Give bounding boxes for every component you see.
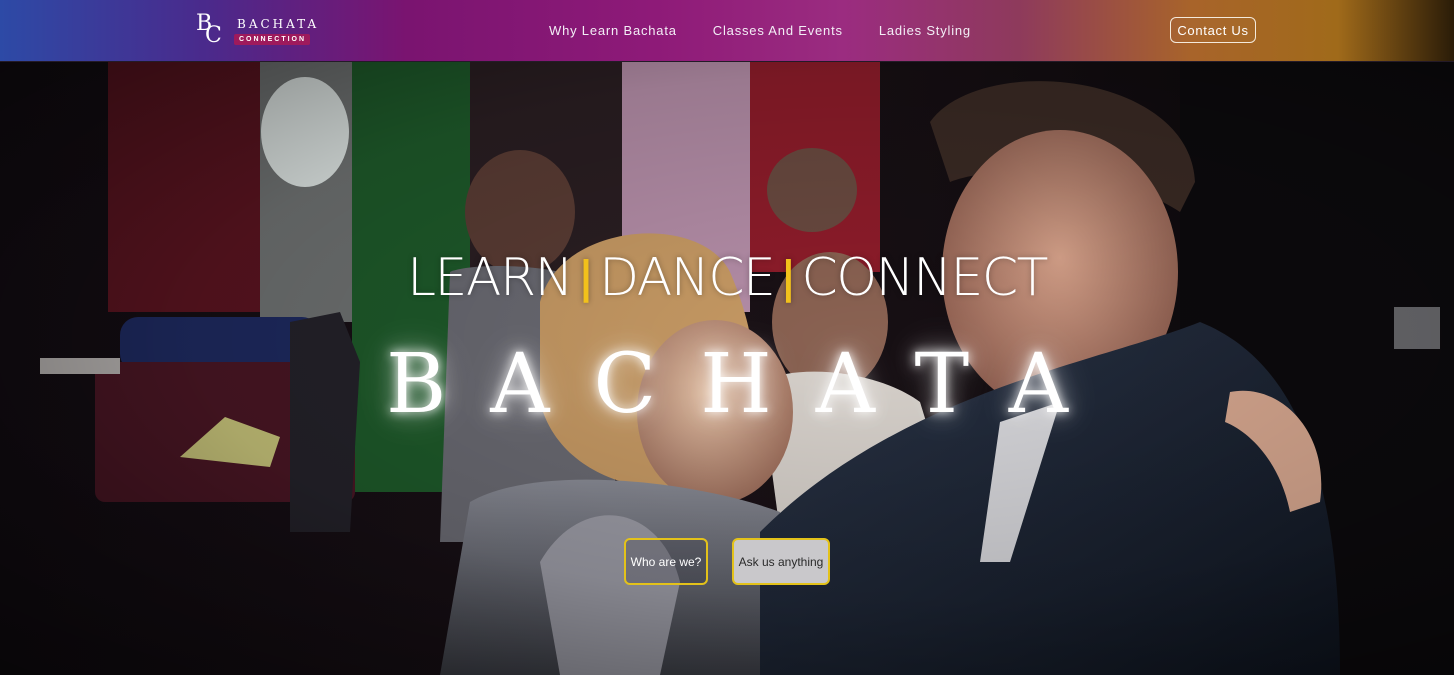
- page: B C BACHATA CONNECTION Why Learn Bachata…: [0, 0, 1454, 675]
- logo-monogram: B C: [196, 13, 224, 48]
- logo-subtitle-badge: CONNECTION: [234, 34, 311, 45]
- nav-link-ladies-styling[interactable]: Ladies Styling: [879, 23, 971, 38]
- contact-us-button[interactable]: Contact Us: [1170, 17, 1256, 43]
- tagline-word-connect: CONNECT: [801, 248, 1048, 308]
- hero-tagline: LEARN | DANCE | CONNECT: [0, 250, 1454, 309]
- logo-title: BACHATA: [237, 17, 320, 31]
- ask-us-anything-button[interactable]: Ask us anything: [732, 538, 830, 585]
- top-navbar: B C BACHATA CONNECTION Why Learn Bachata…: [0, 0, 1454, 62]
- brand-logo[interactable]: B C BACHATA CONNECTION: [196, 13, 319, 48]
- logo-monogram-c: C: [205, 23, 222, 48]
- nav-link-classes-and-events[interactable]: Classes And Events: [713, 23, 843, 38]
- tagline-separator: |: [578, 252, 594, 303]
- main-nav: Why Learn Bachata Classes And Events Lad…: [549, 0, 1007, 61]
- tagline-separator: |: [780, 252, 796, 303]
- nav-link-why-learn-bachata[interactable]: Why Learn Bachata: [549, 23, 677, 38]
- tagline-word-dance: DANCE: [599, 248, 776, 308]
- who-are-we-button[interactable]: Who are we?: [624, 538, 708, 585]
- tagline-word-learn: LEARN: [407, 248, 573, 308]
- hero-section: LEARN | DANCE | CONNECT BACHATA Who are we? …: [0, 62, 1454, 675]
- logo-wordmark: BACHATA CONNECTION: [234, 17, 319, 45]
- hero-title: BACHATA: [386, 337, 1112, 432]
